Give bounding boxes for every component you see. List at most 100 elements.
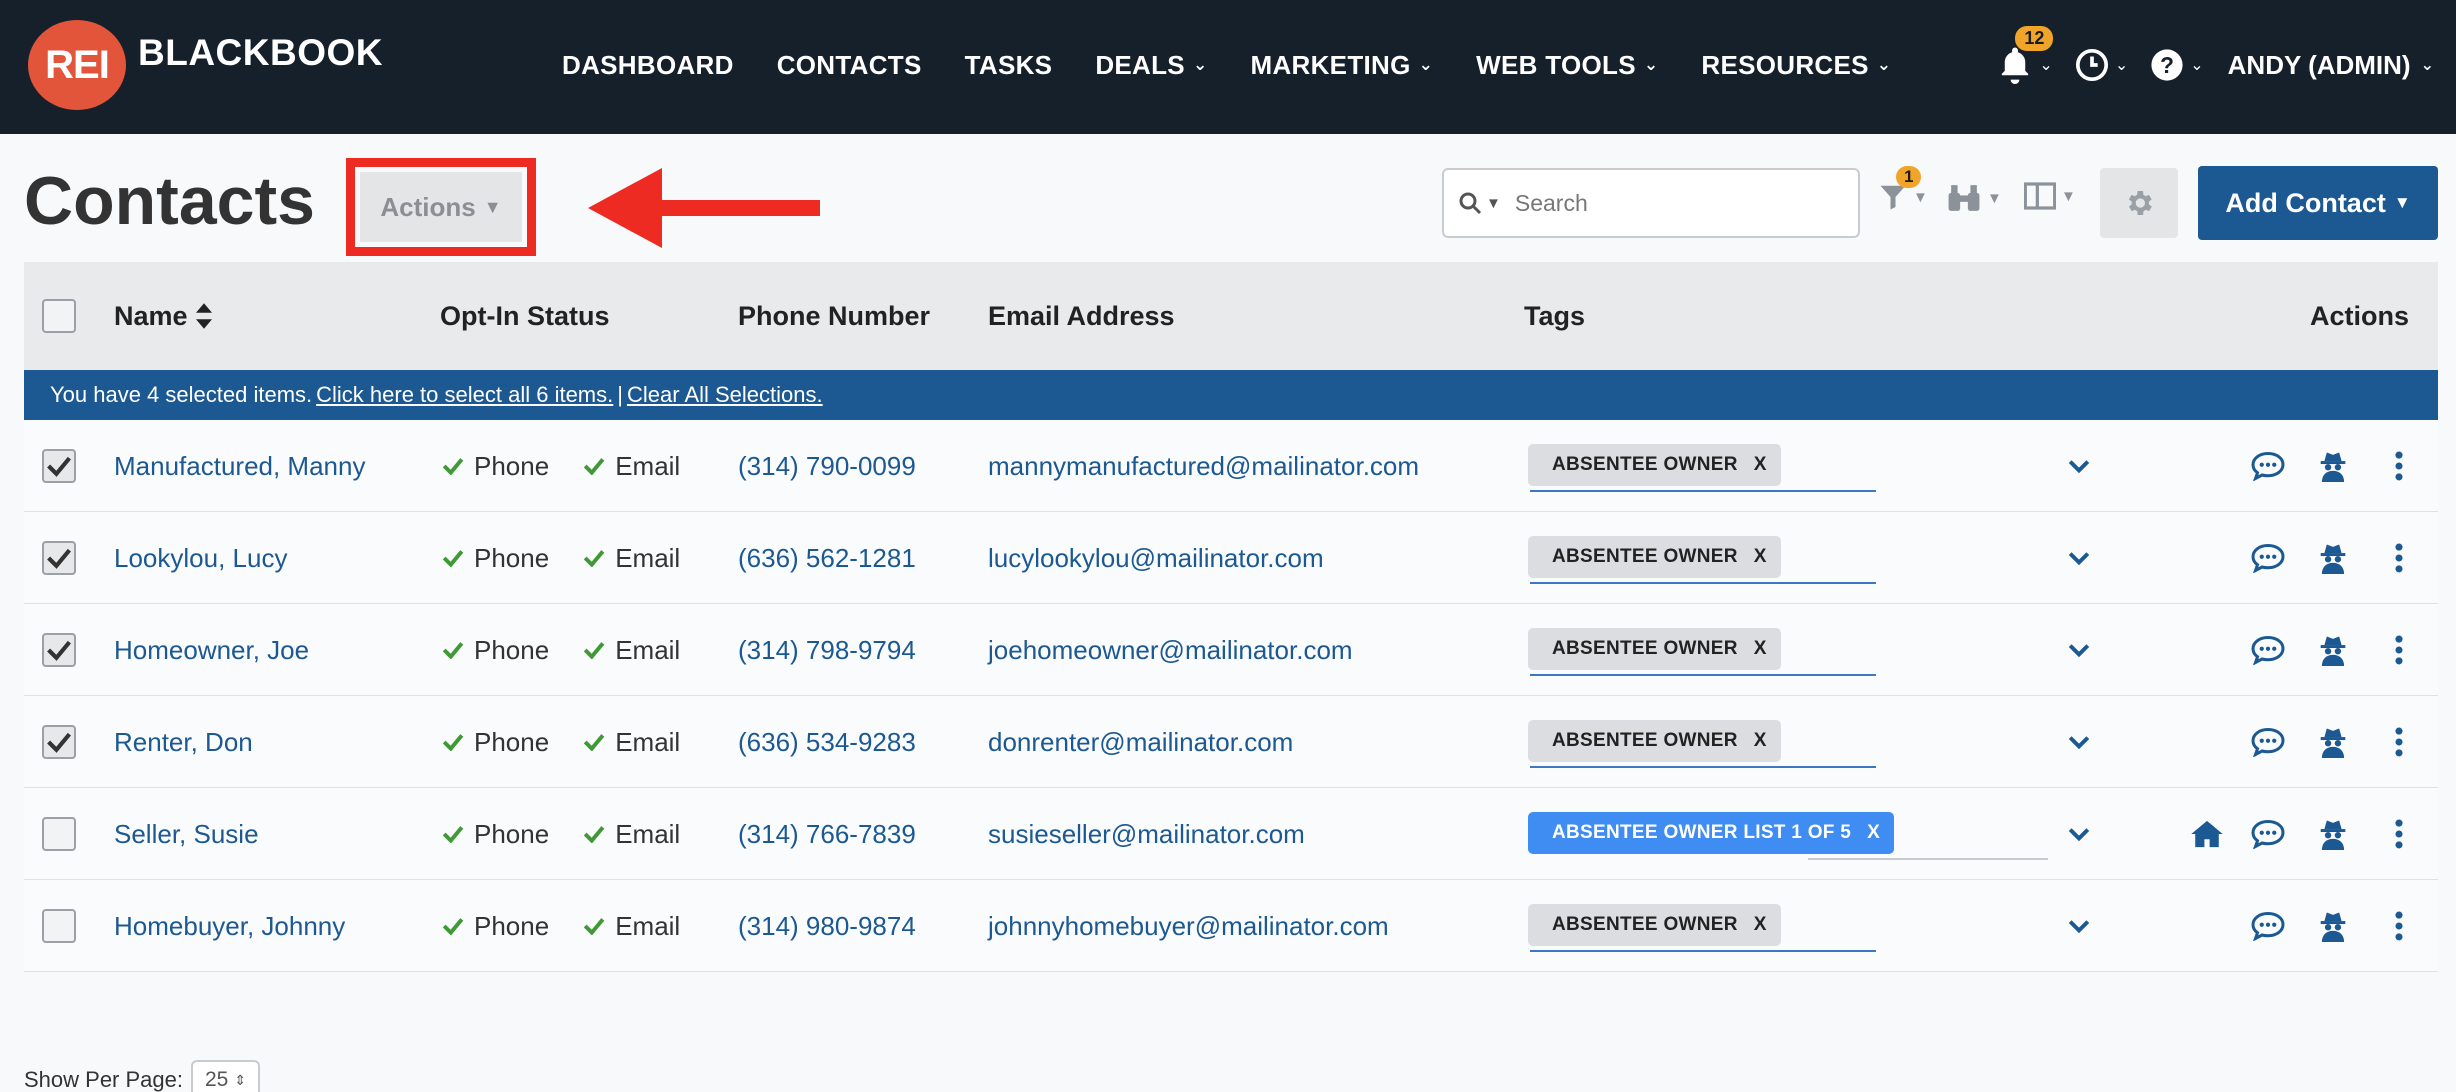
email-link[interactable]: joehomeowner@mailinator.com (988, 604, 1353, 696)
email-link[interactable]: donrenter@mailinator.com (988, 696, 1293, 788)
history-button[interactable]: ⌄ (2075, 48, 2128, 82)
opt-in-status: Phone Email (442, 788, 680, 880)
nav-item-dashboard[interactable]: DASHBOARD (562, 50, 734, 81)
skip-trace-button[interactable] (2318, 788, 2348, 880)
phone-link[interactable]: (314) 980-9874 (738, 880, 916, 972)
more-options-button[interactable] (2394, 880, 2404, 972)
skip-trace-button[interactable] (2318, 512, 2348, 604)
tag-input-underline[interactable] (1530, 766, 1876, 768)
phone-link[interactable]: (314) 798-9794 (738, 604, 916, 696)
skip-trace-button[interactable] (2318, 420, 2348, 512)
tag-input-underline[interactable] (1530, 490, 1876, 492)
caret-down-icon[interactable]: ▼ (1486, 195, 1501, 212)
email-link[interactable]: johnnyhomebuyer@mailinator.com (988, 880, 1389, 972)
email-link[interactable]: lucylookylou@mailinator.com (988, 512, 1324, 604)
contact-name-link[interactable]: Renter, Don (114, 696, 253, 788)
settings-button[interactable] (2100, 168, 2178, 238)
phone-link[interactable]: (314) 766-7839 (738, 788, 916, 880)
row-checkbox[interactable] (42, 633, 76, 667)
expand-row-button[interactable] (2068, 696, 2090, 788)
tag-remove-button[interactable]: X (1754, 914, 1767, 936)
message-button[interactable] (2250, 512, 2286, 604)
tag-input-underline[interactable] (1530, 582, 1876, 584)
row-checkbox[interactable] (42, 909, 76, 943)
more-options-button[interactable] (2394, 788, 2404, 880)
nav-item-label: CONTACTS (776, 49, 922, 80)
skip-trace-button[interactable] (2318, 880, 2348, 972)
email-link[interactable]: susieseller@mailinator.com (988, 788, 1305, 880)
row-checkbox[interactable] (42, 817, 76, 851)
nav-item-tasks[interactable]: TASKS (965, 50, 1053, 81)
actions-dropdown-button[interactable]: Actions ▼ (360, 172, 522, 242)
selection-banner: You have 4 selected items. Click here to… (24, 370, 2438, 420)
contact-name-link[interactable]: Homebuyer, Johnny (114, 880, 345, 972)
expand-row-button[interactable] (2068, 788, 2090, 880)
message-button[interactable] (2250, 880, 2286, 972)
clear-selections-link[interactable]: Clear All Selections. (627, 382, 823, 408)
expand-row-button[interactable] (2068, 880, 2090, 972)
column-header-opt-in: Opt-In Status (440, 300, 610, 331)
expand-row-button[interactable] (2068, 604, 2090, 696)
skip-trace-button[interactable] (2318, 604, 2348, 696)
phone-link[interactable]: (314) 790-0099 (738, 420, 916, 512)
expand-row-button[interactable] (2068, 512, 2090, 604)
nav-item-contacts[interactable]: CONTACTS (777, 50, 922, 81)
more-vertical-icon (2394, 543, 2404, 573)
row-checkbox[interactable] (42, 449, 76, 483)
tag-remove-button[interactable]: X (1867, 822, 1880, 844)
brand-logo[interactable]: REI BLACKBOOK (28, 20, 383, 110)
contact-name-link[interactable]: Seller, Susie (114, 788, 259, 880)
message-button[interactable] (2250, 788, 2286, 880)
contact-name-link[interactable]: Homeowner, Joe (114, 604, 309, 696)
search-box[interactable]: ▼ (1442, 168, 1860, 238)
more-options-button[interactable] (2394, 604, 2404, 696)
saved-searches-button[interactable]: ▼ (1946, 182, 2002, 214)
contact-name-link[interactable]: Lookylou, Lucy (114, 512, 287, 604)
chevron-down-icon (2068, 919, 2090, 933)
select-all-checkbox[interactable] (42, 299, 76, 333)
opt-in-phone: Phone (474, 634, 550, 665)
svg-text:?: ? (2160, 52, 2174, 78)
filter-button[interactable]: 1 ▼ (1878, 166, 1928, 212)
add-contact-button[interactable]: Add Contact ▼ (2198, 166, 2438, 240)
help-button[interactable]: ? ⌄ (2150, 48, 2204, 82)
email-link[interactable]: mannymanufactured@mailinator.com (988, 420, 1419, 512)
nav-item-label: DEALS (1095, 49, 1185, 80)
tag-input-underline[interactable] (1530, 674, 1876, 676)
tag-remove-button[interactable]: X (1754, 546, 1767, 568)
column-header-tags: Tags (1524, 300, 1586, 331)
per-page-select[interactable]: 25 ⇕ (190, 1060, 261, 1092)
more-options-button[interactable] (2394, 420, 2404, 512)
tag-input-underline[interactable] (1530, 950, 1876, 952)
chevron-down-icon (2068, 643, 2090, 657)
nav-item-marketing[interactable]: MARKETING ⌄ (1250, 50, 1433, 81)
row-checkbox[interactable] (42, 725, 76, 759)
tag-remove-button[interactable]: X (1754, 638, 1767, 660)
tag-remove-button[interactable]: X (1754, 454, 1767, 476)
more-options-button[interactable] (2394, 512, 2404, 604)
column-header-name[interactable]: Name (114, 262, 212, 370)
expand-row-button[interactable] (2068, 420, 2090, 512)
check-icon (583, 733, 605, 751)
columns-button[interactable]: ▼ (2024, 182, 2076, 210)
message-button[interactable] (2250, 420, 2286, 512)
notifications-button[interactable]: 12 ⌄ (1997, 26, 2054, 84)
phone-link[interactable]: (636) 534-9283 (738, 696, 916, 788)
nav-item-web-tools[interactable]: WEB TOOLS ⌄ (1476, 50, 1658, 81)
tag-remove-button[interactable]: X (1754, 730, 1767, 752)
skip-trace-button[interactable] (2318, 696, 2348, 788)
nav-item-resources[interactable]: RESOURCES ⌄ (1701, 50, 1891, 81)
more-options-button[interactable] (2394, 696, 2404, 788)
phone-link[interactable]: (636) 562-1281 (738, 512, 916, 604)
select-all-link[interactable]: Click here to select all 6 items. (316, 382, 613, 408)
main-nav: DASHBOARD CONTACTS TASKS DEALS ⌄ MARKETING ⌄ WE… (562, 0, 1934, 130)
message-button[interactable] (2250, 604, 2286, 696)
property-button[interactable] (2190, 788, 2224, 880)
contact-name-link[interactable]: Manufactured, Manny (114, 420, 365, 512)
row-checkbox[interactable] (42, 541, 76, 575)
search-input[interactable] (1514, 189, 1835, 217)
tag-input-underline[interactable] (1808, 858, 2048, 860)
message-button[interactable] (2250, 696, 2286, 788)
user-menu[interactable]: ANDY (ADMIN) ⌄ (2228, 50, 2434, 81)
nav-item-deals[interactable]: DEALS ⌄ (1095, 50, 1207, 81)
